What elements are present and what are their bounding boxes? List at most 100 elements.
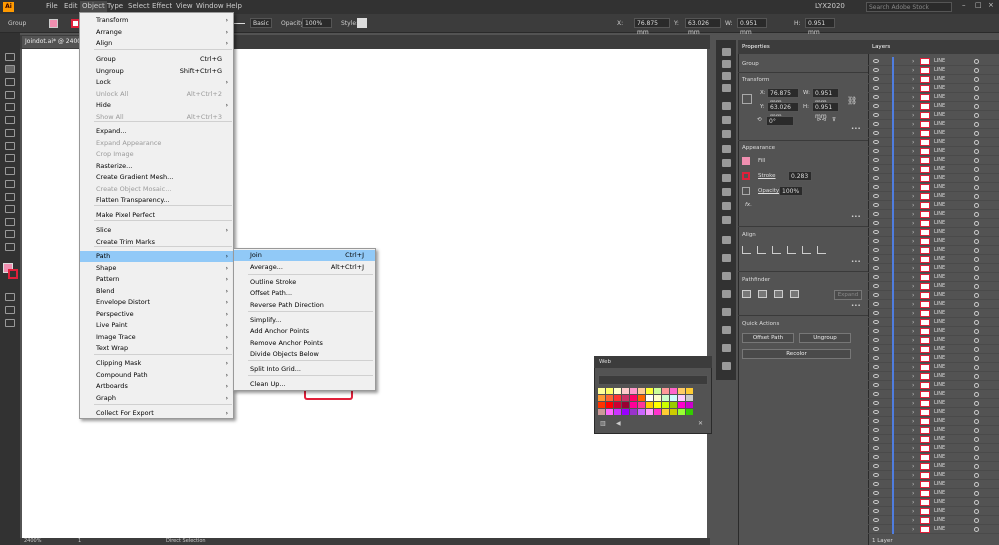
w-field[interactable]: 0.951 mm <box>737 18 767 36</box>
visibility-eye-icon[interactable] <box>873 347 879 351</box>
layer-row[interactable]: › LINE <box>868 255 999 264</box>
gradient-tool-icon[interactable] <box>5 193 15 201</box>
layer-row[interactable]: › LINE <box>868 462 999 471</box>
layer-name[interactable]: LINE <box>934 309 945 318</box>
target-circle-icon[interactable] <box>974 239 979 244</box>
fill-swatch-props[interactable] <box>742 157 750 165</box>
chevron-right-icon[interactable]: › <box>912 192 914 201</box>
target-circle-icon[interactable] <box>974 329 979 334</box>
layer-name[interactable]: LINE <box>934 462 945 471</box>
visibility-eye-icon[interactable] <box>873 446 879 450</box>
panel-toggle-icon[interactable] <box>722 84 731 92</box>
color-swatch[interactable] <box>622 395 629 401</box>
object-menu-item[interactable]: Slice › <box>80 225 233 236</box>
panel-toggle-icon[interactable] <box>722 272 731 280</box>
layer-name[interactable]: LINE <box>934 516 945 525</box>
paintbrush-icon[interactable] <box>5 116 15 124</box>
visibility-eye-icon[interactable] <box>873 239 879 243</box>
visibility-eye-icon[interactable] <box>873 428 879 432</box>
chevron-right-icon[interactable]: › <box>912 57 914 66</box>
color-swatch[interactable] <box>630 402 637 408</box>
color-swatch[interactable] <box>670 409 677 415</box>
panel-toggle-icon[interactable] <box>722 254 731 262</box>
chevron-right-icon[interactable]: › <box>912 219 914 228</box>
layer-row[interactable]: › LINE <box>868 363 999 372</box>
color-swatch[interactable] <box>662 409 669 415</box>
chevron-right-icon[interactable]: › <box>912 462 914 471</box>
pathfinder-icon[interactable] <box>758 290 767 298</box>
target-circle-icon[interactable] <box>974 158 979 163</box>
layer-row[interactable]: › LINE <box>868 183 999 192</box>
layer-row[interactable]: › LINE <box>868 237 999 246</box>
object-menu-item[interactable]: Align › <box>80 38 233 49</box>
color-swatch[interactable] <box>614 395 621 401</box>
color-swatch[interactable] <box>686 409 693 415</box>
color-swatch[interactable] <box>614 409 621 415</box>
color-swatch[interactable] <box>686 395 693 401</box>
web-panel-title[interactable]: Web <box>599 359 611 365</box>
chevron-right-icon[interactable]: › <box>912 273 914 282</box>
object-menu-item[interactable]: Pattern › <box>80 274 233 285</box>
visibility-eye-icon[interactable] <box>873 113 879 117</box>
stroke-swatch-props[interactable] <box>742 172 750 180</box>
visibility-eye-icon[interactable] <box>873 140 879 144</box>
layer-row[interactable]: › LINE <box>868 174 999 183</box>
layer-name[interactable]: LINE <box>934 327 945 336</box>
color-swatch[interactable] <box>622 388 629 394</box>
target-circle-icon[interactable] <box>974 419 979 424</box>
props-x-field[interactable]: 76.875 mm <box>767 88 799 106</box>
visibility-eye-icon[interactable] <box>873 158 879 162</box>
layer-row[interactable]: › LINE <box>868 426 999 435</box>
chevron-right-icon[interactable]: › <box>912 138 914 147</box>
color-mode-icon[interactable] <box>5 293 15 301</box>
object-menu-item[interactable]: Rasterize... <box>80 161 233 172</box>
layer-name[interactable]: LINE <box>934 102 945 111</box>
magic-wand-icon[interactable] <box>5 78 15 86</box>
object-menu-item[interactable]: Group Ctrl+G <box>80 54 233 65</box>
swatch-library-icon[interactable]: ▥ <box>600 420 606 427</box>
graphic-style-swatch[interactable] <box>357 18 367 28</box>
visibility-eye-icon[interactable] <box>873 527 879 531</box>
offset-path-button[interactable]: Offset Path <box>742 333 794 343</box>
layer-row[interactable]: › LINE <box>868 246 999 255</box>
visibility-eye-icon[interactable] <box>873 167 879 171</box>
link-proportions-icon[interactable]: ⛓ <box>847 96 857 105</box>
panel-toggle-icon[interactable] <box>722 72 731 80</box>
visibility-eye-icon[interactable] <box>873 509 879 513</box>
target-circle-icon[interactable] <box>974 356 979 361</box>
panel-toggle-icon[interactable] <box>722 130 731 138</box>
color-swatch[interactable] <box>622 409 629 415</box>
pathfinder-icon[interactable] <box>742 290 751 298</box>
layer-name[interactable]: LINE <box>934 93 945 102</box>
layer-row[interactable]: › LINE <box>868 228 999 237</box>
chevron-right-icon[interactable]: › <box>912 120 914 129</box>
target-circle-icon[interactable] <box>974 491 979 496</box>
target-circle-icon[interactable] <box>974 203 979 208</box>
layer-row[interactable]: › LINE <box>868 417 999 426</box>
layer-row[interactable]: › LINE <box>868 219 999 228</box>
layer-row[interactable]: › LINE <box>868 408 999 417</box>
object-menu-item[interactable]: Ungroup Shift+Ctrl+G <box>80 66 233 77</box>
object-menu-item[interactable]: Clipping Mask › <box>80 358 233 369</box>
layer-name[interactable]: LINE <box>934 336 945 345</box>
visibility-eye-icon[interactable] <box>873 95 879 99</box>
layer-row[interactable]: › LINE <box>868 507 999 516</box>
eyedropper-icon[interactable] <box>5 205 15 213</box>
panel-toggle-icon[interactable] <box>722 188 731 196</box>
prev-library-icon[interactable]: ◀ <box>616 420 621 427</box>
color-swatch[interactable] <box>654 388 661 394</box>
visibility-eye-icon[interactable] <box>873 176 879 180</box>
object-menu-item[interactable]: Image Trace › <box>80 332 233 343</box>
object-menu-item[interactable]: Graph › <box>80 393 233 404</box>
ungroup-button[interactable]: Ungroup <box>799 333 851 343</box>
visibility-eye-icon[interactable] <box>873 59 879 63</box>
visibility-eye-icon[interactable] <box>873 383 879 387</box>
color-swatch[interactable] <box>670 402 677 408</box>
layer-row[interactable]: › LINE <box>868 111 999 120</box>
object-menu-item[interactable]: Envelope Distort › <box>80 297 233 308</box>
chevron-right-icon[interactable]: › <box>912 147 914 156</box>
layer-row[interactable]: › LINE <box>868 489 999 498</box>
layer-row[interactable]: › LINE <box>868 102 999 111</box>
chevron-right-icon[interactable]: › <box>912 435 914 444</box>
layer-name[interactable]: LINE <box>934 273 945 282</box>
